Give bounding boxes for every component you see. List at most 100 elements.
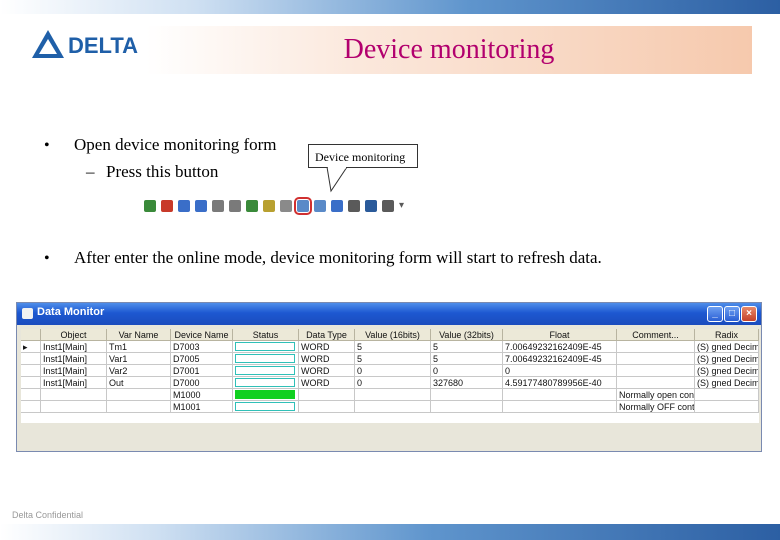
table-cell[interactable] [107, 401, 171, 413]
table-cell[interactable]: D7003 [171, 341, 233, 353]
go-icon[interactable] [144, 200, 156, 212]
row-marker[interactable] [21, 365, 41, 377]
table-cell[interactable]: Var1 [107, 353, 171, 365]
table-cell[interactable]: Normally open conta [617, 389, 695, 401]
column-header[interactable]: Radix [695, 329, 759, 341]
table-cell[interactable]: 0 [503, 365, 617, 377]
row-marker[interactable] [21, 377, 41, 389]
table-cell[interactable]: D7000 [171, 377, 233, 389]
dropdown-icon[interactable]: ▾ [399, 200, 405, 212]
table-cell[interactable] [617, 353, 695, 365]
table-cell[interactable]: WORD [299, 365, 355, 377]
page-title: Device monitoring [343, 34, 555, 65]
window-titlebar[interactable]: Data Monitor _ □ × [17, 303, 761, 325]
monitor-icon[interactable] [280, 200, 292, 212]
column-header[interactable]: Device Name [171, 329, 233, 341]
table-cell[interactable] [233, 341, 299, 353]
device-monitor-icon[interactable] [294, 197, 312, 215]
callout-pointer-icon [326, 167, 348, 193]
close-button[interactable]: × [741, 306, 757, 322]
online-icon[interactable] [331, 200, 343, 212]
table-cell[interactable] [299, 401, 355, 413]
table-cell[interactable] [503, 389, 617, 401]
table-cell[interactable] [617, 341, 695, 353]
table-cell[interactable]: Out [107, 377, 171, 389]
transfer-icon[interactable] [229, 200, 241, 212]
column-header[interactable]: Comment... [617, 329, 695, 341]
column-header[interactable]: Data Type [299, 329, 355, 341]
table-cell[interactable]: (S) gned Decima [695, 377, 759, 389]
row-marker[interactable]: ▸ [21, 341, 41, 353]
table-cell[interactable]: 7.00649232162409E-45 [503, 353, 617, 365]
column-header[interactable]: Float [503, 329, 617, 341]
toolbar: ▾ [140, 197, 430, 217]
download-icon[interactable] [195, 200, 207, 212]
table-cell[interactable]: (S) gned Decima [695, 353, 759, 365]
table-cell[interactable]: 5 [355, 353, 431, 365]
table-cell[interactable] [355, 401, 431, 413]
table-cell[interactable]: 327680 [431, 377, 503, 389]
table-cell[interactable] [233, 401, 299, 413]
table-cell[interactable]: 0 [355, 365, 431, 377]
table-cell[interactable]: 0 [431, 365, 503, 377]
table-cell[interactable]: D7005 [171, 353, 233, 365]
table-cell[interactable]: 5 [355, 341, 431, 353]
data-monitor-window: Data Monitor _ □ × Object Var Name Device … [16, 302, 762, 452]
table-cell[interactable] [695, 401, 759, 413]
table-cell[interactable] [355, 389, 431, 401]
table-cell[interactable]: 4.59177480789956E-40 [503, 377, 617, 389]
table-cell[interactable]: (S) gned Decima [695, 365, 759, 377]
column-header[interactable]: Status [233, 329, 299, 341]
table-cell[interactable]: Tm1 [107, 341, 171, 353]
table-cell[interactable] [431, 389, 503, 401]
table-cell[interactable]: 7.00649232162409E-45 [503, 341, 617, 353]
row-marker[interactable] [21, 389, 41, 401]
stop-icon[interactable] [161, 200, 173, 212]
table-cell[interactable]: M1000 [171, 389, 233, 401]
table-cell[interactable] [299, 389, 355, 401]
table-cell[interactable] [617, 365, 695, 377]
column-header[interactable]: Value (32bits) [431, 329, 503, 341]
upload-icon[interactable] [178, 200, 190, 212]
minimize-button[interactable]: _ [707, 306, 723, 322]
table-cell[interactable]: D7001 [171, 365, 233, 377]
tool-icon[interactable] [314, 200, 326, 212]
maximize-button[interactable]: □ [724, 306, 740, 322]
settings-icon[interactable] [382, 200, 394, 212]
search-icon[interactable] [365, 200, 377, 212]
table-cell[interactable] [617, 377, 695, 389]
column-header[interactable]: Var Name [107, 329, 171, 341]
table-cell[interactable]: Inst1[Main] [41, 377, 107, 389]
table-cell[interactable]: WORD [299, 353, 355, 365]
table-cell[interactable]: Normally OFF conta [617, 401, 695, 413]
network-icon[interactable] [348, 200, 360, 212]
table-cell[interactable] [695, 389, 759, 401]
table-cell[interactable]: Var2 [107, 365, 171, 377]
table-cell[interactable]: 5 [431, 353, 503, 365]
table-cell[interactable] [41, 389, 107, 401]
table-cell[interactable]: 5 [431, 341, 503, 353]
table-cell[interactable]: 0 [355, 377, 431, 389]
table-cell[interactable] [233, 365, 299, 377]
table-cell[interactable] [233, 353, 299, 365]
column-header[interactable]: Object [41, 329, 107, 341]
table-cell[interactable]: WORD [299, 341, 355, 353]
row-marker[interactable] [21, 353, 41, 365]
table-cell[interactable]: Inst1[Main] [41, 341, 107, 353]
wand-icon[interactable] [263, 200, 275, 212]
table-cell[interactable] [503, 401, 617, 413]
table-cell[interactable]: Inst1[Main] [41, 365, 107, 377]
table-cell[interactable] [41, 401, 107, 413]
table-cell[interactable] [233, 377, 299, 389]
table-cell[interactable] [233, 389, 299, 401]
column-header[interactable]: Value (16bits) [355, 329, 431, 341]
row-marker[interactable] [21, 401, 41, 413]
compare-icon[interactable] [212, 200, 224, 212]
table-cell[interactable]: M1001 [171, 401, 233, 413]
table-cell[interactable]: WORD [299, 377, 355, 389]
table-cell[interactable] [431, 401, 503, 413]
run-icon[interactable] [246, 200, 258, 212]
table-cell[interactable] [107, 389, 171, 401]
table-cell[interactable]: Inst1[Main] [41, 353, 107, 365]
table-cell[interactable]: (S) gned Decima [695, 341, 759, 353]
